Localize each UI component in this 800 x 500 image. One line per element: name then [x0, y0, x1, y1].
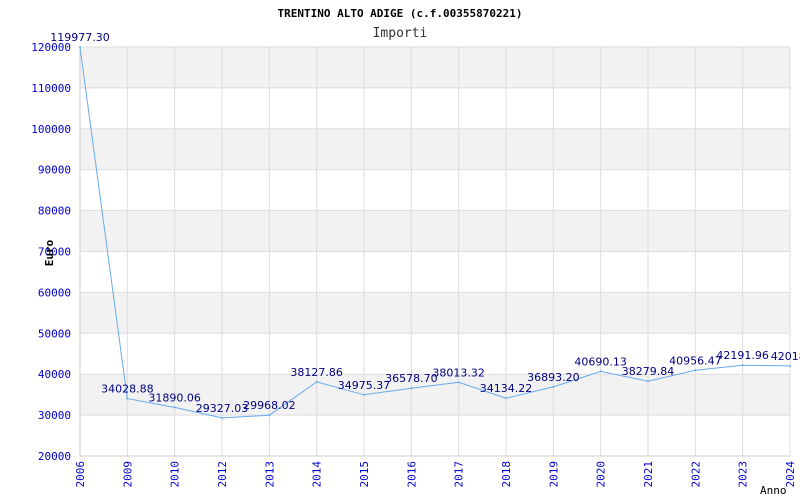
data-label: 38127.86 — [290, 366, 343, 379]
x-tick-label: 2019 — [547, 461, 560, 488]
data-point — [173, 406, 176, 409]
plot-band — [80, 128, 790, 170]
x-tick-label: 2015 — [358, 461, 371, 488]
data-point — [789, 364, 791, 367]
data-point — [315, 380, 318, 383]
x-tick-label: 2017 — [453, 461, 466, 488]
data-point — [79, 46, 81, 49]
data-point — [268, 414, 271, 417]
x-tick-label: 2006 — [74, 461, 87, 488]
data-label: 29968.02 — [243, 399, 296, 412]
plot-band — [80, 292, 790, 334]
y-tick-label: 20000 — [38, 450, 71, 463]
line-chart: 2000030000400005000060000700008000090000… — [0, 0, 800, 500]
data-point — [457, 381, 460, 384]
chart-subtitle: Importi — [373, 26, 428, 41]
x-tick-label: 2009 — [121, 461, 134, 488]
data-point — [741, 364, 744, 367]
y-tick-label: 90000 — [38, 164, 71, 177]
data-label: 40956.47 — [669, 354, 722, 367]
x-tick-label: 2010 — [169, 461, 182, 488]
x-tick-label: 2023 — [737, 461, 750, 488]
x-tick-label: 2022 — [689, 461, 702, 488]
data-point — [126, 397, 129, 400]
chart-title: TRENTINO ALTO ADIGE (c.f.00355870221) — [277, 7, 522, 20]
data-label: 38013.32 — [432, 366, 485, 379]
plot-band — [80, 210, 790, 252]
data-label: 40690.13 — [574, 355, 627, 368]
y-tick-label: 60000 — [38, 286, 71, 299]
y-tick-label: 80000 — [38, 205, 71, 218]
data-point — [694, 369, 697, 372]
data-point — [647, 380, 649, 383]
data-label: 34975.37 — [338, 379, 391, 392]
x-tick-label: 2018 — [500, 461, 513, 488]
data-point — [410, 387, 413, 390]
data-label: 38279.84 — [622, 365, 675, 378]
y-axis-label: Euro — [43, 239, 56, 266]
x-tick-label: 2012 — [216, 461, 229, 488]
x-tick-label: 2020 — [595, 461, 608, 488]
data-label: 42018. — [771, 350, 800, 363]
data-label: 31890.06 — [148, 391, 201, 404]
data-label: 29327.03 — [196, 402, 249, 415]
data-point — [221, 416, 223, 419]
y-tick-label: 110000 — [31, 82, 71, 95]
data-label: 34028.88 — [101, 383, 154, 396]
data-label: 119977.30 — [50, 31, 110, 44]
x-tick-label: 2016 — [405, 461, 418, 488]
data-point — [599, 370, 602, 373]
y-tick-label: 100000 — [31, 123, 71, 136]
data-point — [552, 385, 555, 388]
data-point — [505, 397, 507, 400]
x-tick-label: 2021 — [642, 461, 655, 488]
data-label: 42191.96 — [716, 349, 769, 362]
y-tick-label: 50000 — [38, 327, 71, 340]
x-tick-label: 2013 — [263, 461, 276, 488]
data-label: 36893.20 — [527, 371, 580, 384]
data-label: 34134.22 — [480, 382, 533, 395]
x-axis-label: Anno — [760, 484, 787, 497]
y-tick-label: 40000 — [38, 368, 71, 381]
x-tick-label: 2014 — [311, 461, 324, 488]
y-tick-label: 30000 — [38, 409, 71, 422]
data-point — [363, 393, 365, 396]
data-label: 36578.70 — [385, 372, 438, 385]
plot-band — [80, 47, 790, 88]
